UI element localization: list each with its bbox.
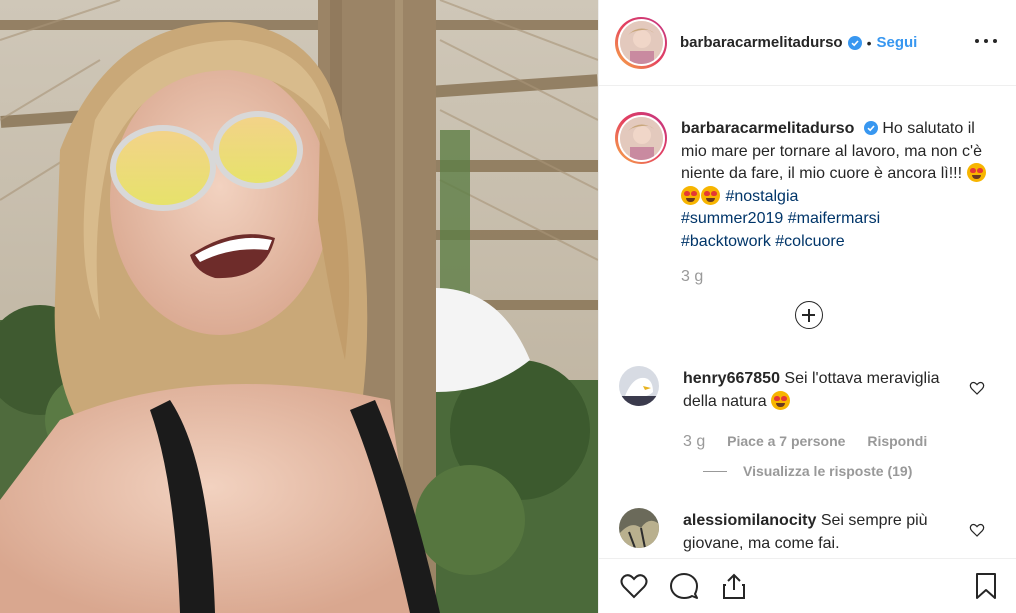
- post-action-bar: [599, 558, 1016, 613]
- hashtag-link[interactable]: #colcuore: [775, 233, 844, 250]
- comment-like-heart-icon[interactable]: [969, 522, 985, 538]
- photo-illustration: [0, 0, 598, 613]
- hashtag-link[interactable]: #nostalgia: [725, 188, 798, 205]
- more-options-icon[interactable]: [975, 34, 997, 48]
- separator-dot: •: [866, 34, 872, 51]
- comment-likes-count[interactable]: Piace a 7 persone: [727, 433, 845, 449]
- comment-timestamp[interactable]: 3 g: [683, 433, 705, 450]
- replies-divider: [703, 470, 727, 472]
- comment-username[interactable]: henry667850: [683, 370, 780, 387]
- post-photo[interactable]: [0, 0, 598, 613]
- hashtag-link[interactable]: #summer2019: [681, 210, 783, 227]
- hashtag-link[interactable]: #backtowork: [681, 233, 771, 250]
- hashtag-link[interactable]: #maifermarsi: [788, 210, 880, 227]
- heart-eyes-emoji-icon: [701, 185, 720, 205]
- author-avatar[interactable]: [615, 16, 667, 69]
- verified-badge-icon: [847, 35, 862, 50]
- comment-text: alessiomilanocity Sei sempre più giovane…: [683, 510, 963, 555]
- comment-username[interactable]: alessiomilanocity: [683, 512, 816, 529]
- comment-text: henry667850 Sei l'ottava meraviglia dell…: [683, 368, 963, 413]
- share-icon[interactable]: [719, 571, 749, 601]
- caption-username[interactable]: barbaracarmelitadurso: [681, 120, 854, 137]
- commenter-avatar[interactable]: [619, 366, 659, 406]
- caption-avatar[interactable]: [615, 112, 667, 164]
- author-username[interactable]: barbaracarmelitadurso: [680, 34, 843, 51]
- bookmark-icon[interactable]: [971, 571, 1001, 601]
- heart-eyes-emoji-icon: [966, 163, 986, 182]
- heart-eyes-emoji-icon: [681, 185, 700, 205]
- follow-button[interactable]: Segui: [876, 34, 917, 51]
- heart-icon[interactable]: [619, 571, 649, 601]
- caption-text: barbaracarmelitadurso Ho salutato il mio…: [681, 118, 1001, 253]
- view-replies-button[interactable]: Visualizza le risposte (19): [703, 463, 912, 479]
- kissing-heart-emoji-icon: [771, 390, 791, 410]
- comment-icon[interactable]: [669, 571, 699, 601]
- reply-button[interactable]: Rispondi: [867, 433, 927, 449]
- post-header: barbaracarmelitadurso • Segui: [599, 0, 1016, 86]
- post-detail-panel: barbaracarmelitadurso • Segui barbaracar…: [598, 0, 1016, 613]
- comment-like-heart-icon[interactable]: [969, 380, 985, 396]
- caption-timestamp[interactable]: 3 g: [681, 268, 703, 286]
- commenter-avatar[interactable]: [619, 508, 659, 548]
- view-replies-label: Visualizza le risposte (19): [743, 463, 913, 479]
- load-more-comments-icon[interactable]: [795, 301, 823, 329]
- verified-badge-icon: [863, 121, 878, 135]
- comment-meta: 3 g Piace a 7 persone Rispondi: [683, 433, 945, 451]
